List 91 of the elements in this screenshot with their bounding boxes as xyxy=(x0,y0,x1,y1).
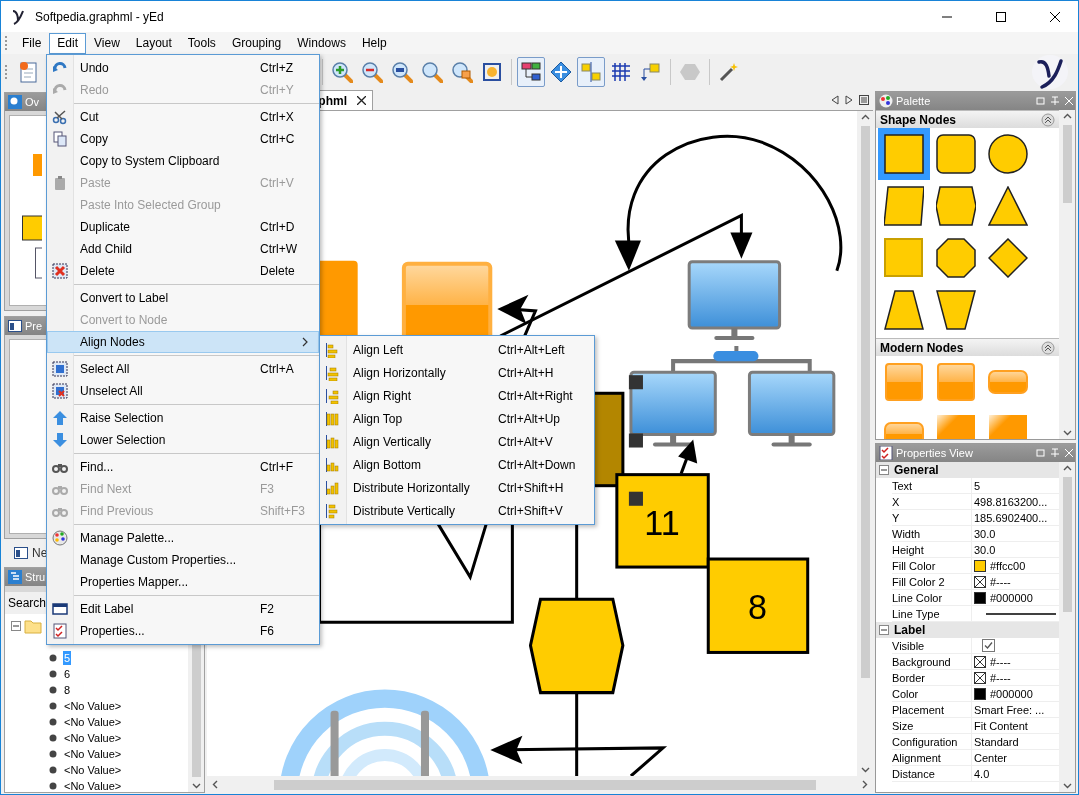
menu-item[interactable]: Layout xyxy=(127,32,180,54)
property-name: Alignment xyxy=(892,750,972,766)
property-name: Text xyxy=(892,478,972,494)
tree-item[interactable]: <No Value> xyxy=(63,779,123,793)
property-name: Visible xyxy=(892,638,972,654)
property-value: 498.8163200... xyxy=(974,495,1048,508)
group-title: Label xyxy=(894,623,926,637)
menu-item[interactable]: Duplicate Ctrl+D xyxy=(47,216,319,238)
property-value: #---- xyxy=(990,671,1011,684)
property-name: Width xyxy=(892,526,972,542)
panel-title: Stru xyxy=(25,571,46,583)
property-value: #---- xyxy=(990,655,1011,668)
property-name: Line Type xyxy=(892,606,972,622)
menu-item[interactable]: Add Child Ctrl+W xyxy=(47,238,319,260)
tree-item[interactable]: <No Value> xyxy=(63,699,123,713)
menu-item[interactable]: Manage Palette... xyxy=(47,527,319,549)
property-value: #ffcc00 xyxy=(990,559,1026,572)
menu-item[interactable]: Distribute Vertically Ctrl+Shift+V xyxy=(320,499,594,522)
menu-item[interactable]: Align Top Ctrl+Alt+Up xyxy=(320,407,594,430)
menu-item[interactable]: Unselect All xyxy=(47,380,319,402)
panel-title: Pre xyxy=(25,320,43,332)
tree-item[interactable]: <No Value> xyxy=(63,731,123,745)
menu-item[interactable]: Copy Ctrl+C xyxy=(47,128,319,150)
menu-item[interactable]: Help xyxy=(353,32,395,54)
property-name: Fill Color xyxy=(892,558,972,574)
property-name: Color xyxy=(892,686,972,702)
menu-item[interactable]: Distribute Horizontally Ctrl+Shift+H xyxy=(320,476,594,499)
section-title: Shape Nodes xyxy=(880,112,957,127)
property-name: Line Color xyxy=(892,590,972,606)
property-value: 4.0 xyxy=(974,767,990,780)
tree-item[interactable]: <No Value> xyxy=(63,747,123,761)
group-title: General xyxy=(894,463,939,477)
menu-item[interactable]: Align Bottom Ctrl+Alt+Down xyxy=(320,453,594,476)
menu-item[interactable]: Cut Ctrl+X xyxy=(47,106,319,128)
property-value: #000000 xyxy=(990,591,1033,604)
search-label: Search xyxy=(8,596,47,610)
property-name: Configuration xyxy=(892,734,972,750)
menu-item[interactable]: Align Right Ctrl+Alt+Right xyxy=(320,384,594,407)
menu-item[interactable]: Undo Ctrl+Z xyxy=(47,57,319,79)
section-title: Modern Nodes xyxy=(880,340,964,355)
menu-item[interactable]: Convert to Label xyxy=(47,287,319,309)
tree-item[interactable]: 8 xyxy=(63,683,72,697)
menu-item[interactable]: Properties... F6 xyxy=(47,620,319,642)
panel-title: Properties View xyxy=(896,447,974,459)
menu-item[interactable]: Properties Mapper... xyxy=(47,571,319,593)
property-value: 185.6902400... xyxy=(974,511,1048,524)
property-value: Center xyxy=(974,751,1008,764)
panel-title: Ov xyxy=(25,96,40,108)
menu-item[interactable]: Align Vertically Ctrl+Alt+V xyxy=(320,430,594,453)
menu-item[interactable]: Edit Label F2 xyxy=(47,598,319,620)
menu-item[interactable]: Windows xyxy=(289,32,354,54)
menu-item[interactable]: Manage Custom Properties... xyxy=(47,549,319,571)
property-name: X xyxy=(892,494,972,510)
panel-tab[interactable]: Ne xyxy=(32,546,48,560)
property-value: 30.0 xyxy=(974,543,996,556)
menu-item[interactable]: Align Horizontally Ctrl+Alt+H xyxy=(320,361,594,384)
menu-item[interactable]: Edit xyxy=(49,32,87,54)
menu-item[interactable]: Find... Ctrl+F xyxy=(47,456,319,478)
menu-item[interactable]: Align Nodes xyxy=(47,331,319,353)
property-value: Standard xyxy=(974,735,1019,748)
node-label: 11 xyxy=(644,503,680,542)
menu-item[interactable]: Copy to System Clipboard xyxy=(47,150,319,172)
menu-item[interactable]: File xyxy=(14,32,50,54)
property-name: Background xyxy=(892,654,972,670)
menu-item[interactable]: Align Left Ctrl+Alt+Left xyxy=(320,338,594,361)
property-value: Smart Free: ... xyxy=(974,703,1045,716)
menu-item[interactable]: Lower Selection xyxy=(47,429,319,451)
tree-item[interactable]: <No Value> xyxy=(63,715,123,729)
property-name: Fill Color 2 xyxy=(892,574,972,590)
property-name: Distance xyxy=(892,766,972,782)
property-name: Size xyxy=(892,718,972,734)
menu-item[interactable]: Tools xyxy=(179,32,224,54)
property-name: Border xyxy=(892,670,972,686)
property-name: Y xyxy=(892,510,972,526)
node-label: 8 xyxy=(748,588,767,627)
menu-item[interactable]: Select All Ctrl+A xyxy=(47,358,319,380)
window-title: Softpedia.graphml - yEd xyxy=(35,9,165,24)
menu-item[interactable]: Delete Delete xyxy=(47,260,319,282)
tree-item[interactable]: <No Value> xyxy=(63,763,123,777)
menu-item[interactable]: Raise Selection xyxy=(47,407,319,429)
property-value: 5 xyxy=(974,479,981,492)
property-value: 30.0 xyxy=(974,527,996,540)
tree-item[interactable]: 6 xyxy=(63,667,72,681)
property-name: Placement xyxy=(892,702,972,718)
property-value: #---- xyxy=(990,575,1011,588)
menu-item[interactable]: View xyxy=(86,32,128,54)
property-value: #000000 xyxy=(990,687,1033,700)
property-name: Height xyxy=(892,542,972,558)
property-value: Fit Content xyxy=(974,719,1028,732)
menu-item[interactable]: Grouping xyxy=(223,32,290,54)
panel-title: Palette xyxy=(896,95,932,107)
